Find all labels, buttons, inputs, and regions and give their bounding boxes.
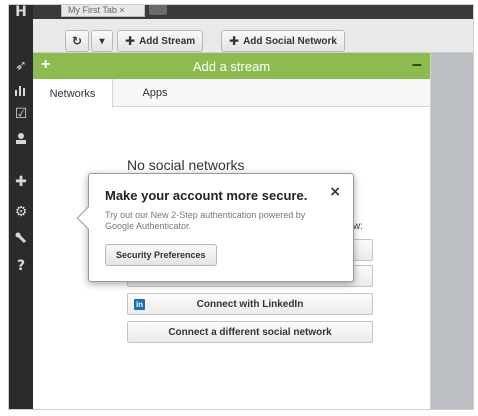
app-window: My First Tab × ↻ ▾ ✚ Add Stream ✚ Add So… bbox=[8, 4, 474, 410]
tab-bar: My First Tab × bbox=[33, 5, 473, 19]
settings-icon[interactable]: ⚙ bbox=[9, 201, 33, 223]
plus-icon[interactable]: + bbox=[41, 56, 50, 74]
help-icon[interactable]: ? bbox=[9, 255, 33, 277]
tab-apps[interactable]: Apps bbox=[113, 79, 197, 107]
security-popup: Make your account more secure. × Try out… bbox=[76, 173, 354, 282]
instruction-text-fragment: w: bbox=[353, 221, 363, 232]
stream-type-tabs: Networks Apps bbox=[33, 79, 430, 108]
new-tab-button[interactable] bbox=[149, 5, 167, 15]
analytics-icon[interactable] bbox=[9, 79, 33, 101]
add-stream-title: Add a stream bbox=[192, 58, 271, 74]
connect-other-network-button[interactable]: Connect a different social network bbox=[127, 321, 373, 343]
add-stream-button[interactable]: ✚ Add Stream bbox=[117, 30, 204, 52]
chevron-down-icon: ▾ bbox=[99, 35, 105, 47]
send-icon[interactable]: ➶ bbox=[9, 55, 33, 77]
add-social-network-label: Add Social Network bbox=[243, 35, 337, 47]
contacts-icon[interactable] bbox=[9, 127, 33, 149]
options-dropdown-button[interactable]: ▾ bbox=[91, 30, 113, 52]
popup-title: Make your account more secure. bbox=[105, 188, 308, 203]
empty-state-title: No social networks bbox=[127, 157, 245, 173]
tab-networks[interactable]: Networks bbox=[33, 79, 113, 108]
apps-icon[interactable]: ✚ bbox=[9, 171, 33, 193]
add-social-network-button[interactable]: ✚ Add Social Network bbox=[221, 30, 345, 52]
assignments-icon[interactable]: ☑ bbox=[9, 103, 33, 125]
connect-other-network-label: Connect a different social network bbox=[168, 326, 332, 338]
empty-stream-area bbox=[431, 53, 473, 409]
linkedin-icon: in bbox=[134, 299, 145, 310]
hootsuite-logo-icon[interactable]: H bbox=[9, 5, 33, 20]
close-icon[interactable]: × bbox=[329, 184, 341, 200]
tab-label: My First Tab bbox=[68, 5, 117, 15]
connect-linkedin-button[interactable]: in Connect with LinkedIn bbox=[127, 293, 373, 315]
refresh-icon: ↻ bbox=[71, 34, 83, 48]
plus-icon: ✚ bbox=[229, 34, 240, 48]
security-preferences-button[interactable]: Security Preferences bbox=[105, 244, 217, 266]
tab-close-icon[interactable]: × bbox=[119, 5, 124, 15]
minimize-icon[interactable]: − bbox=[411, 55, 422, 76]
popup-description: Try out our New 2-Step authentication po… bbox=[105, 210, 306, 231]
tools-icon[interactable] bbox=[9, 227, 33, 249]
tab-my-first-tab[interactable]: My First Tab × bbox=[61, 5, 145, 17]
add-stream-label: Add Stream bbox=[139, 35, 196, 47]
left-nav-rail: H ➶ ☑ ✚ ⚙ ? bbox=[9, 5, 33, 409]
add-stream-header: + Add a stream − bbox=[33, 53, 430, 79]
plus-icon: ✚ bbox=[125, 34, 136, 48]
connect-linkedin-label: Connect with LinkedIn bbox=[196, 298, 304, 310]
refresh-button[interactable]: ↻ bbox=[65, 30, 89, 52]
